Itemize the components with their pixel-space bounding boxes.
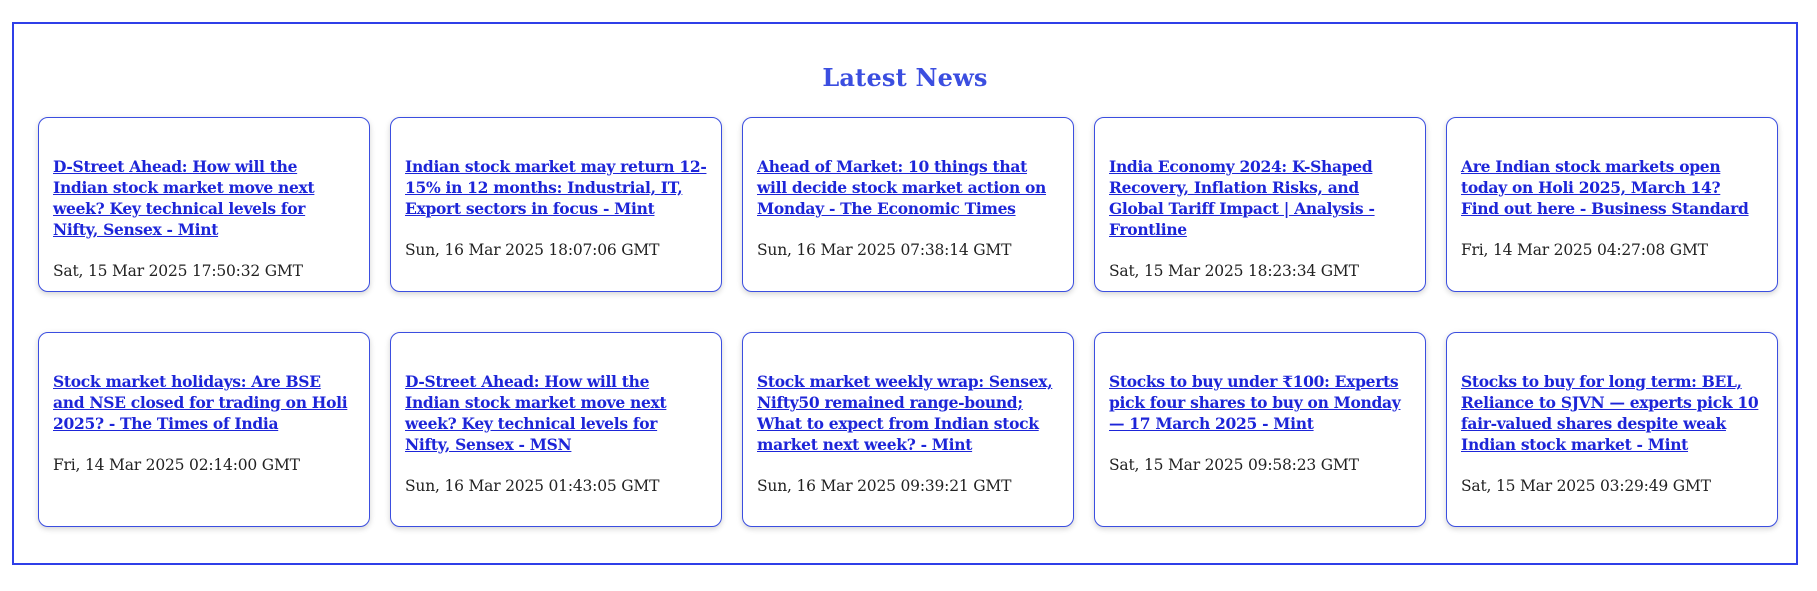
news-date: Sat, 15 Mar 2025 18:23:34 GMT [1109, 262, 1359, 280]
news-link[interactable]: D-Street Ahead: How will the Indian stoc… [53, 156, 355, 240]
news-link[interactable]: Stocks to buy for long term: BEL, Relian… [1461, 371, 1763, 455]
news-card: Stock market weekly wrap: Sensex, Nifty5… [742, 332, 1074, 527]
news-card: Ahead of Market: 10 things that will dec… [742, 117, 1074, 292]
news-date: Fri, 14 Mar 2025 02:14:00 GMT [53, 456, 300, 474]
news-link[interactable]: Stock market holidays: Are BSE and NSE c… [53, 371, 355, 434]
latest-news-section: Latest News D-Street Ahead: How will the… [12, 22, 1798, 565]
news-grid: D-Street Ahead: How will the Indian stoc… [38, 117, 1778, 527]
news-card: Stocks to buy for long term: BEL, Relian… [1446, 332, 1778, 527]
news-link[interactable]: Indian stock market may return 12-15% in… [405, 156, 707, 219]
news-date: Fri, 14 Mar 2025 04:27:08 GMT [1461, 241, 1708, 259]
news-link[interactable]: D-Street Ahead: How will the Indian stoc… [405, 371, 707, 455]
news-card: Indian stock market may return 12-15% in… [390, 117, 722, 292]
news-card: Stocks to buy under ₹100: Experts pick f… [1094, 332, 1426, 527]
news-card: India Economy 2024: K-Shaped Recovery, I… [1094, 117, 1426, 292]
news-link[interactable]: India Economy 2024: K-Shaped Recovery, I… [1109, 156, 1411, 240]
news-date: Sun, 16 Mar 2025 09:39:21 GMT [757, 477, 1012, 495]
section-title: Latest News [822, 63, 988, 92]
news-date: Sat, 15 Mar 2025 09:58:23 GMT [1109, 456, 1359, 474]
news-link[interactable]: Stock market weekly wrap: Sensex, Nifty5… [757, 371, 1059, 455]
news-link[interactable]: Stocks to buy under ₹100: Experts pick f… [1109, 371, 1411, 434]
news-card: Stock market holidays: Are BSE and NSE c… [38, 332, 370, 527]
news-card: D-Street Ahead: How will the Indian stoc… [38, 117, 370, 292]
news-date: Sun, 16 Mar 2025 18:07:06 GMT [405, 241, 660, 259]
news-link[interactable]: Are Indian stock markets open today on H… [1461, 156, 1763, 219]
news-date: Sun, 16 Mar 2025 01:43:05 GMT [405, 477, 660, 495]
news-card: D-Street Ahead: How will the Indian stoc… [390, 332, 722, 527]
news-date: Sat, 15 Mar 2025 03:29:49 GMT [1461, 477, 1711, 495]
news-link[interactable]: Ahead of Market: 10 things that will dec… [757, 156, 1059, 219]
news-card: Are Indian stock markets open today on H… [1446, 117, 1778, 292]
news-date: Sat, 15 Mar 2025 17:50:32 GMT [53, 262, 303, 280]
news-date: Sun, 16 Mar 2025 07:38:14 GMT [757, 241, 1012, 259]
